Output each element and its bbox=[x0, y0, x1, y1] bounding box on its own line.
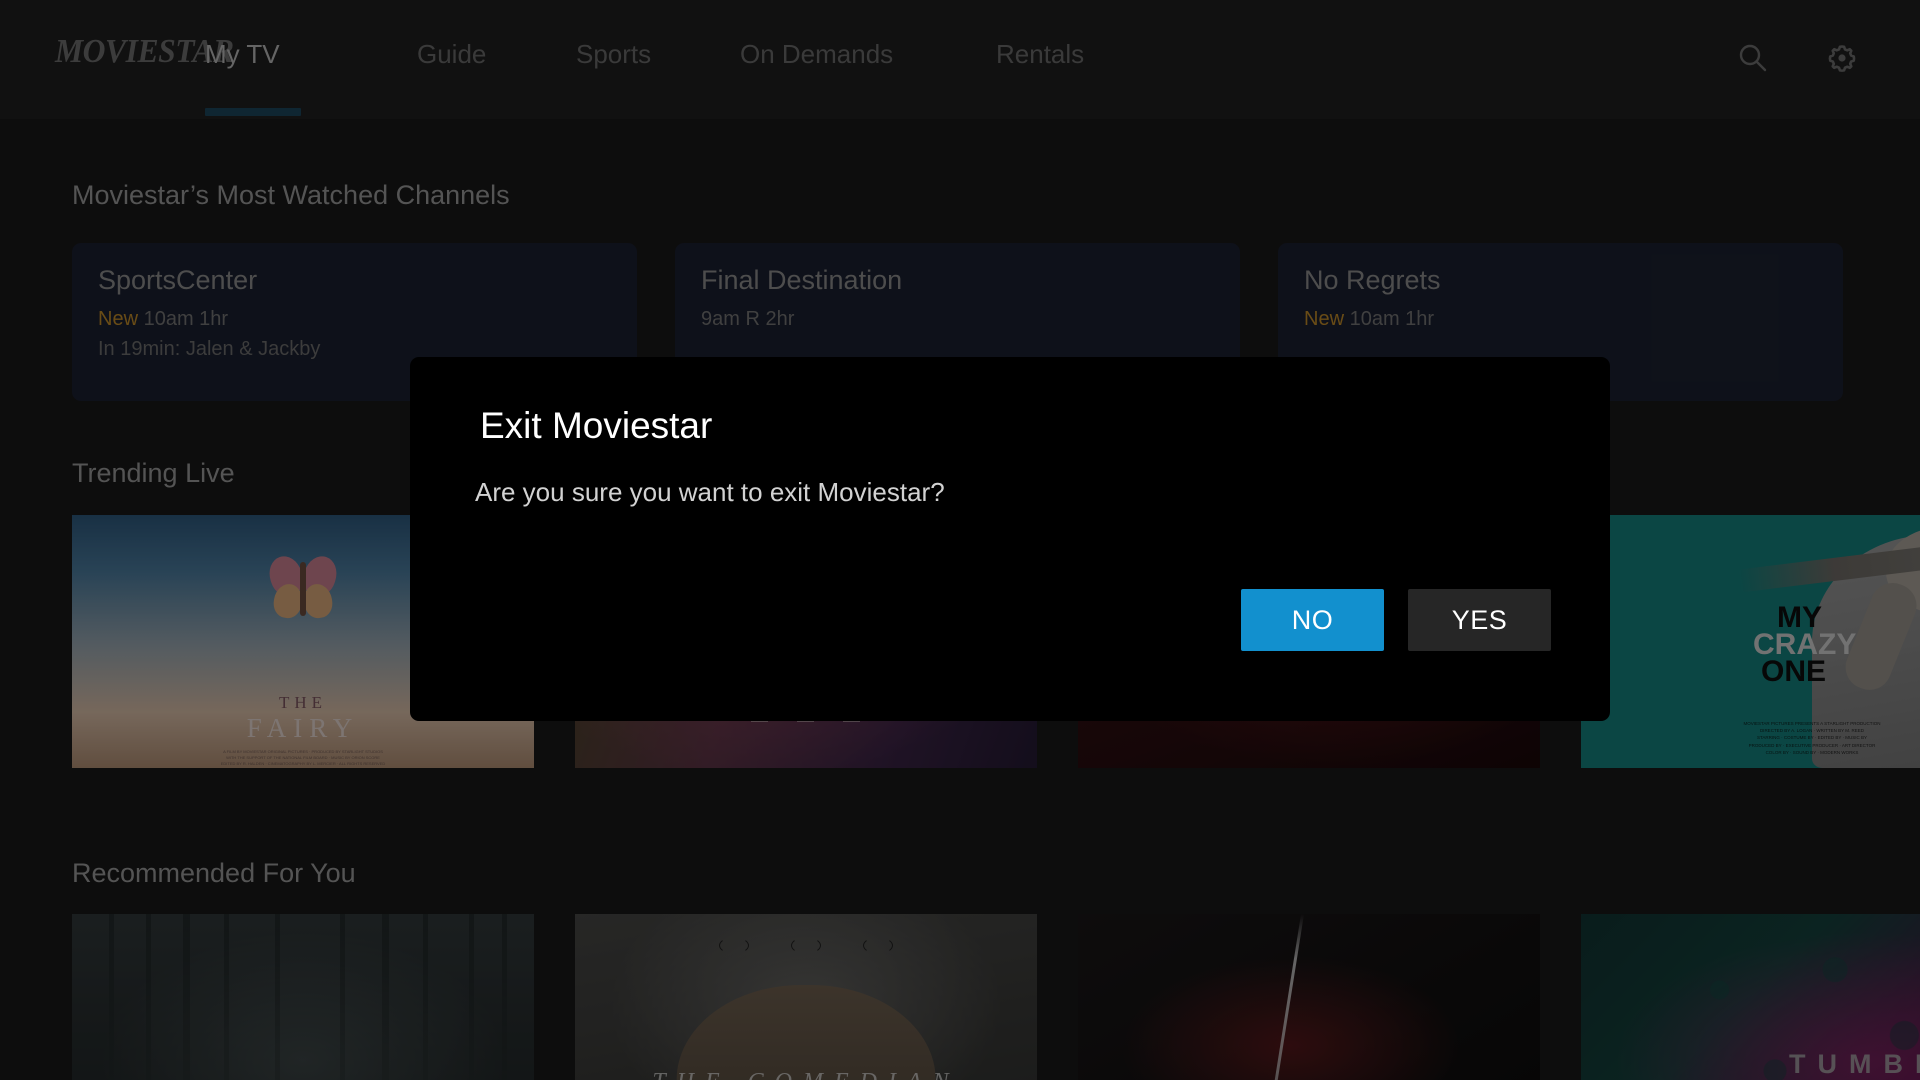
exit-confirmation-dialog: Exit Moviestar Are you sure you want to … bbox=[410, 357, 1610, 721]
no-button[interactable]: NO bbox=[1241, 589, 1384, 651]
app-root: MOVIESTAR My TV Guide Sports On Demands … bbox=[0, 0, 1920, 1080]
dialog-title: Exit Moviestar bbox=[480, 405, 713, 446]
dialog-message: Are you sure you want to exit Moviestar? bbox=[475, 477, 945, 507]
yes-button[interactable]: YES bbox=[1408, 589, 1551, 651]
